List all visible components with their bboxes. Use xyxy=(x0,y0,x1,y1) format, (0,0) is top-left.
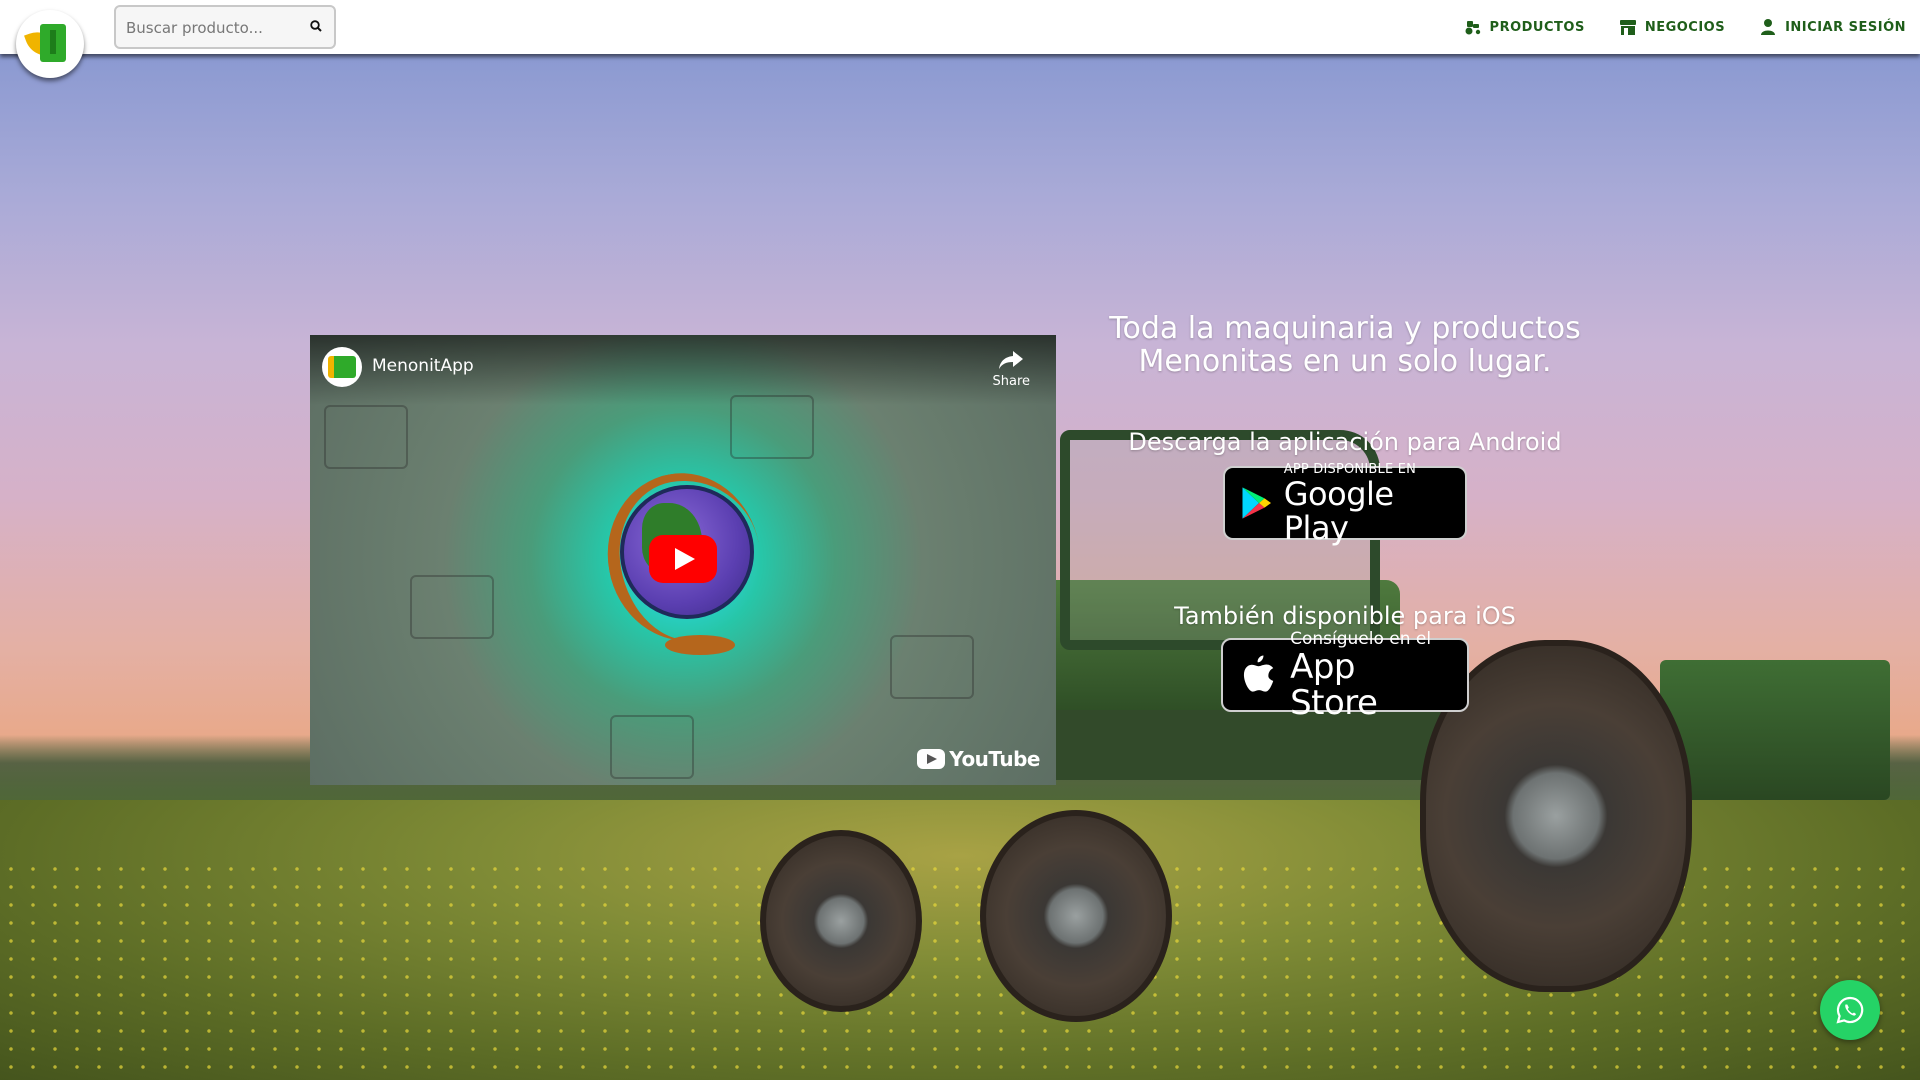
app-store-button[interactable]: Consíguelo en el App Store xyxy=(1221,629,1469,721)
ios-label: También disponible para iOS xyxy=(1174,602,1516,630)
channel-avatar[interactable] xyxy=(322,347,362,387)
play-button[interactable] xyxy=(649,535,717,583)
navbar: PRODUCTOS NEGOCIOS INICIAR SESIÓN xyxy=(0,0,1920,54)
logo-icon xyxy=(24,22,72,66)
google-play-icon xyxy=(1242,487,1271,519)
store-icon xyxy=(1619,20,1636,35)
search-box xyxy=(114,5,336,49)
share-label: Share xyxy=(992,374,1030,389)
video-channel-title[interactable]: MenonitApp xyxy=(372,356,474,376)
share-button[interactable]: Share xyxy=(992,349,1030,389)
youtube-video-embed[interactable]: MenonitApp Share YouTube xyxy=(310,335,1056,785)
user-icon xyxy=(1761,19,1776,35)
tractor-front-wheel xyxy=(980,810,1172,1022)
search-icon[interactable] xyxy=(310,20,322,32)
apple-icon xyxy=(1243,655,1274,692)
youtube-logo[interactable]: YouTube xyxy=(917,747,1040,771)
nav-link-label: PRODUCTOS xyxy=(1489,19,1585,35)
tractor-front-wheel-2 xyxy=(760,830,922,1012)
app-store-text: Consíguelo en el App Store xyxy=(1290,629,1449,721)
share-icon xyxy=(999,351,1024,369)
whatsapp-button[interactable] xyxy=(1820,980,1880,1040)
google-play-big: Google Play xyxy=(1283,474,1394,547)
app-store-small: Consíguelo en el xyxy=(1290,629,1432,649)
youtube-label: YouTube xyxy=(949,747,1040,771)
sketch-icon xyxy=(324,405,408,469)
nav-link-productos[interactable]: PRODUCTOS xyxy=(1464,18,1585,36)
nav-link-negocios[interactable]: NEGOCIOS xyxy=(1619,18,1725,36)
google-play-button[interactable]: APP DISPONIBLE EN Google Play xyxy=(1223,462,1467,545)
download-panel: Toda la maquinaria y productos Menonitas… xyxy=(1060,311,1630,721)
youtube-icon xyxy=(917,749,946,769)
nav-links: PRODUCTOS NEGOCIOS INICIAR SESIÓN xyxy=(1464,0,1906,54)
google-play-text: APP DISPONIBLE EN Google Play xyxy=(1284,462,1453,545)
nav-link-label: INICIAR SESIÓN xyxy=(1785,19,1906,35)
app-store-big: App Store xyxy=(1290,647,1378,723)
search-input[interactable] xyxy=(124,15,298,41)
tractor-icon xyxy=(1465,21,1480,35)
tractor-implement xyxy=(1660,660,1890,800)
globe-stand xyxy=(665,635,735,655)
nav-link-label: NEGOCIOS xyxy=(1644,19,1726,35)
sketch-icon xyxy=(610,715,694,779)
nav-link-iniciar-sesion[interactable]: INICIAR SESIÓN xyxy=(1759,18,1906,36)
sketch-icon xyxy=(410,575,494,639)
sketch-icon xyxy=(890,635,974,699)
android-label: Descarga la aplicación para Android xyxy=(1128,428,1562,456)
tagline: Toda la maquinaria y productos Menonitas… xyxy=(1109,311,1581,379)
brand-logo[interactable] xyxy=(16,10,84,78)
whatsapp-icon xyxy=(1836,996,1864,1024)
